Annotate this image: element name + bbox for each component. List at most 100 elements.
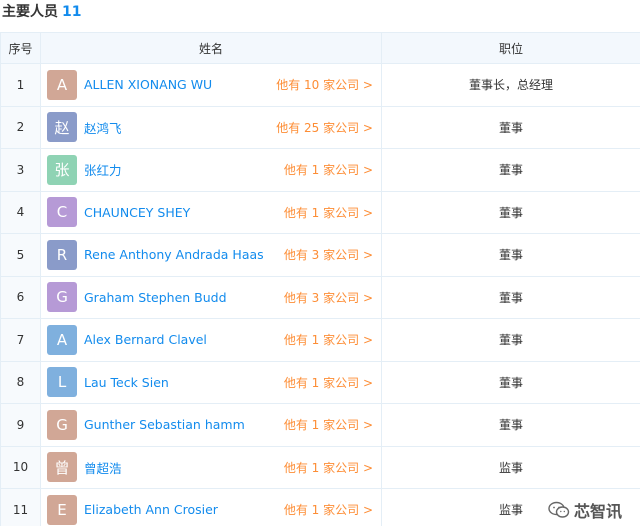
avatar: L bbox=[47, 367, 77, 398]
row-index: 6 bbox=[0, 275, 41, 319]
name-cell: A ALLEN XIONANG WU 他有 10 家公司 > bbox=[40, 63, 382, 107]
avatar: A bbox=[47, 69, 77, 100]
companies-link[interactable]: 他有 1 家公司 > bbox=[284, 374, 373, 391]
name-cell: L Lau Teck Sien 他有 1 家公司 > bbox=[40, 360, 382, 404]
row-index: 3 bbox=[0, 148, 41, 192]
companies-link[interactable]: 他有 3 家公司 > bbox=[284, 246, 373, 263]
person-name-link[interactable]: Alex Bernard Clavel bbox=[84, 332, 284, 347]
avatar: 曾 bbox=[47, 452, 77, 483]
watermark: 芯智讯 bbox=[547, 498, 622, 522]
person-name-link[interactable]: Elizabeth Ann Crosier bbox=[84, 502, 284, 517]
person-name-link[interactable]: Rene Anthony Andrada Haas bbox=[84, 247, 284, 262]
row-index: 1 bbox=[0, 63, 41, 107]
name-cell: 张张红力 他有 1 家公司 > bbox=[40, 148, 382, 192]
name-cell-content: G Gunther Sebastian hamm 他有 1 家公司 > bbox=[41, 404, 381, 446]
position-cell: 董事 bbox=[381, 318, 640, 362]
row-index: 7 bbox=[0, 318, 41, 362]
name-cell-content: 曾曾超浩 他有 1 家公司 > bbox=[41, 447, 381, 489]
name-cell-content: C CHAUNCEY SHEY 他有 1 家公司 > bbox=[41, 192, 381, 234]
position-cell: 董事 bbox=[381, 360, 640, 404]
wechat-icon bbox=[548, 501, 570, 518]
table-header-row: 序号 姓名 职位 bbox=[0, 32, 640, 64]
person-name-link[interactable]: 赵鸿飞 bbox=[84, 118, 276, 137]
row-index: 8 bbox=[0, 360, 41, 404]
personnel-table: 序号 姓名 职位 1 A ALLEN XIONANG WU 他有 10 家公司 > 董事… bbox=[0, 32, 640, 526]
row-index: 5 bbox=[0, 233, 41, 277]
avatar: A bbox=[47, 324, 77, 355]
row-index: 2 bbox=[0, 105, 41, 149]
name-cell-content: G Graham Stephen Budd 他有 3 家公司 > bbox=[41, 277, 381, 319]
position-cell: 董事 bbox=[381, 403, 640, 447]
table-row: 7 A Alex Bernard Clavel 他有 1 家公司 > 董事 bbox=[0, 318, 640, 362]
position-cell: 董事 bbox=[381, 190, 640, 234]
companies-link[interactable]: 他有 1 家公司 > bbox=[284, 416, 373, 433]
name-cell: G Graham Stephen Budd 他有 3 家公司 > bbox=[40, 275, 382, 319]
table-row: 4 C CHAUNCEY SHEY 他有 1 家公司 > 董事 bbox=[0, 190, 640, 234]
position-cell: 董事 bbox=[381, 148, 640, 192]
column-header-name: 姓名 bbox=[40, 32, 382, 64]
person-name-link[interactable]: 曾超浩 bbox=[84, 458, 284, 477]
name-cell-content: E Elizabeth Ann Crosier 他有 1 家公司 > bbox=[41, 489, 381, 526]
position-cell: 董事 bbox=[381, 233, 640, 277]
avatar: 张 bbox=[47, 154, 77, 185]
table-row: 11 E Elizabeth Ann Crosier 他有 1 家公司 > 监事 bbox=[0, 488, 640, 526]
table-row: 5 R Rene Anthony Andrada Haas 他有 3 家公司 > 董事 bbox=[0, 233, 640, 277]
table-body: 1 A ALLEN XIONANG WU 他有 10 家公司 > 董事长，总经理 2 赵赵鸿… bbox=[0, 63, 640, 526]
name-cell-content: A ALLEN XIONANG WU 他有 10 家公司 > bbox=[41, 64, 381, 106]
position-cell: 董事 bbox=[381, 105, 640, 149]
name-cell: 赵赵鸿飞 他有 25 家公司 > bbox=[40, 105, 382, 149]
person-name-link[interactable]: Gunther Sebastian hamm bbox=[84, 417, 284, 432]
name-cell: 曾曾超浩 他有 1 家公司 > bbox=[40, 445, 382, 489]
companies-link[interactable]: 他有 10 家公司 > bbox=[276, 76, 373, 93]
avatar: C bbox=[47, 197, 77, 228]
person-name-link[interactable]: Lau Teck Sien bbox=[84, 375, 284, 390]
name-cell-content: A Alex Bernard Clavel 他有 1 家公司 > bbox=[41, 319, 381, 361]
companies-link[interactable]: 他有 1 家公司 > bbox=[284, 204, 373, 221]
table-row: 1 A ALLEN XIONANG WU 他有 10 家公司 > 董事长，总经理 bbox=[0, 63, 640, 107]
avatar: R bbox=[47, 239, 77, 270]
table-row: 6 G Graham Stephen Budd 他有 3 家公司 > 董事 bbox=[0, 275, 640, 319]
avatar: 赵 bbox=[47, 112, 77, 143]
name-cell: C CHAUNCEY SHEY 他有 1 家公司 > bbox=[40, 190, 382, 234]
companies-link[interactable]: 他有 1 家公司 > bbox=[284, 459, 373, 476]
table-row: 9 G Gunther Sebastian hamm 他有 1 家公司 > 董事 bbox=[0, 403, 640, 447]
avatar: G bbox=[47, 409, 77, 440]
position-cell: 监事 bbox=[381, 445, 640, 489]
column-header-position: 职位 bbox=[381, 32, 640, 64]
table-row: 3 张张红力 他有 1 家公司 > 董事 bbox=[0, 148, 640, 192]
name-cell: G Gunther Sebastian hamm 他有 1 家公司 > bbox=[40, 403, 382, 447]
personnel-count: 11 bbox=[62, 4, 82, 20]
person-name-link[interactable]: Graham Stephen Budd bbox=[84, 290, 284, 305]
name-cell-content: 张张红力 他有 1 家公司 > bbox=[41, 149, 381, 191]
section-header: 主要人员 11 bbox=[0, 0, 640, 30]
avatar: E bbox=[47, 494, 77, 525]
person-name-link[interactable]: ALLEN XIONANG WU bbox=[84, 77, 276, 92]
name-cell: A Alex Bernard Clavel 他有 1 家公司 > bbox=[40, 318, 382, 362]
page: 主要人员 11 序号 姓名 职位 1 A ALLEN XIONANG WU 他有 10… bbox=[0, 0, 640, 526]
companies-link[interactable]: 他有 1 家公司 > bbox=[284, 331, 373, 348]
companies-link[interactable]: 他有 3 家公司 > bbox=[284, 289, 373, 306]
table-row: 10 曾曾超浩 他有 1 家公司 > 监事 bbox=[0, 445, 640, 489]
table-row: 8 L Lau Teck Sien 他有 1 家公司 > 董事 bbox=[0, 360, 640, 404]
name-cell-content: R Rene Anthony Andrada Haas 他有 3 家公司 > bbox=[41, 234, 381, 276]
name-cell-content: 赵赵鸿飞 他有 25 家公司 > bbox=[41, 107, 381, 149]
name-cell: E Elizabeth Ann Crosier 他有 1 家公司 > bbox=[40, 488, 382, 526]
companies-link[interactable]: 他有 25 家公司 > bbox=[276, 119, 373, 136]
row-index: 10 bbox=[0, 445, 41, 489]
person-name-link[interactable]: 张红力 bbox=[84, 160, 284, 179]
section-title: 主要人员 bbox=[2, 4, 58, 20]
avatar: G bbox=[47, 282, 77, 313]
column-header-index: 序号 bbox=[0, 32, 41, 64]
companies-link[interactable]: 他有 1 家公司 > bbox=[284, 501, 373, 518]
watermark-text: 芯智讯 bbox=[573, 502, 622, 521]
table-row: 2 赵赵鸿飞 他有 25 家公司 > 董事 bbox=[0, 105, 640, 149]
row-index: 4 bbox=[0, 190, 41, 234]
companies-link[interactable]: 他有 1 家公司 > bbox=[284, 161, 373, 178]
name-cell-content: L Lau Teck Sien 他有 1 家公司 > bbox=[41, 362, 381, 404]
person-name-link[interactable]: CHAUNCEY SHEY bbox=[84, 205, 284, 220]
position-cell: 董事长，总经理 bbox=[381, 63, 640, 107]
position-cell: 董事 bbox=[381, 275, 640, 319]
name-cell: R Rene Anthony Andrada Haas 他有 3 家公司 > bbox=[40, 233, 382, 277]
row-index: 11 bbox=[0, 488, 41, 526]
row-index: 9 bbox=[0, 403, 41, 447]
